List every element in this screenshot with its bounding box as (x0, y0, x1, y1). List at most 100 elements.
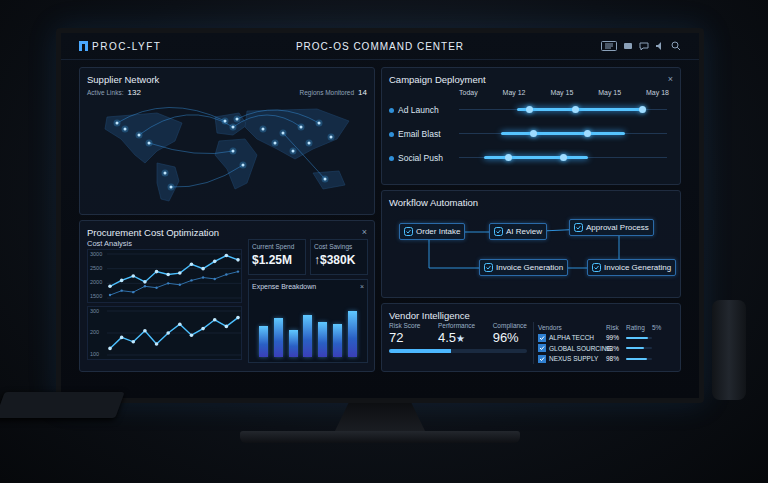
chart-point (190, 262, 194, 266)
menu-icon[interactable] (601, 41, 617, 51)
bar (289, 330, 298, 358)
vendor-table: VendorsRiskRating5%ALPHA TECCH99%GLOBAL … (533, 322, 673, 364)
milestone[interactable] (505, 154, 512, 161)
chart-point (178, 271, 182, 275)
supplier-network-panel: Supplier Network Active Links:132 Regions … (79, 67, 375, 215)
milestone[interactable] (530, 130, 537, 137)
chart-point (155, 342, 159, 346)
chart-point (213, 318, 217, 322)
checkbox[interactable] (538, 344, 546, 352)
chart-point (214, 278, 216, 280)
chart-series (108, 254, 240, 288)
chat-icon[interactable] (639, 41, 649, 51)
workflow-node[interactable]: Invoice Generation (479, 259, 568, 276)
screen: PROC-LYFTPROC-OS COMMAND CENTERSupplier … (61, 33, 699, 398)
bar (318, 322, 327, 357)
chart-point (108, 284, 112, 288)
step-icon (404, 227, 413, 236)
metric: Risk Score72 (389, 322, 420, 345)
campaign-row[interactable]: Social Push (389, 146, 673, 170)
window-icon[interactable] (623, 41, 633, 51)
panel-header: Campaign Deployment × (389, 72, 673, 86)
y-axis: 300200100 (88, 308, 105, 358)
workflow-node[interactable]: Order Intake (399, 223, 465, 240)
vendor-panel: Vendor IntelligenceRisk Score72Performan… (381, 303, 681, 372)
chart-point (131, 274, 135, 278)
column-header: Rating (626, 324, 652, 331)
table-row[interactable]: GLOBAL SOURCING93% (538, 343, 673, 354)
close-button[interactable]: × (668, 74, 673, 84)
line-chart: 3000250020001500 (87, 249, 242, 303)
chart-point (120, 289, 122, 291)
stat: Active Links:132 (87, 88, 141, 97)
timeline-bar[interactable] (484, 156, 588, 159)
workflow-node[interactable]: Approval Process (569, 219, 654, 236)
milestone[interactable] (572, 106, 579, 113)
timeline-bar[interactable] (517, 108, 642, 111)
table-row[interactable]: NEXUS SUPPLY98% (538, 354, 673, 365)
campaign-panel: Campaign Deployment×TodayMay 12May 15May… (381, 67, 681, 185)
chart-point (190, 333, 194, 337)
chart-point (167, 282, 169, 284)
timeline-track (459, 130, 667, 138)
panel-header: Vendor Intelligence (389, 308, 673, 322)
chart-point (155, 270, 159, 274)
kpi-card: Cost Savings↑$380K (310, 239, 368, 275)
checkbox[interactable] (538, 334, 546, 342)
date-tick: May 15 (598, 89, 621, 96)
world-map[interactable] (87, 99, 369, 205)
procurement-panel: Procurement Cost Optimization×Cost Analy… (79, 220, 375, 372)
bar (333, 324, 342, 357)
chart-series (109, 270, 239, 296)
vendor-metrics: Risk Score72Performance4.5★Compliance96% (389, 322, 527, 364)
risk-progress (389, 349, 527, 353)
chart-point (109, 294, 111, 296)
date-tick: May 15 (550, 89, 573, 96)
campaign-row[interactable]: Ad Launch (389, 98, 673, 122)
milestone[interactable] (526, 106, 533, 113)
milestone[interactable] (639, 106, 646, 113)
chart-point (201, 327, 205, 331)
workflow-node[interactable]: AI Review (489, 223, 547, 240)
panel-header: Supplier Network (87, 72, 367, 86)
close-button[interactable]: × (362, 227, 367, 237)
search-icon[interactable] (671, 41, 681, 51)
stat: Regions Monitored14 (300, 88, 367, 97)
chart-point (166, 273, 170, 277)
chart-point (225, 254, 229, 258)
right-column: Campaign Deployment×TodayMay 12May 15May… (381, 67, 681, 372)
line-chart: 300200100 (87, 306, 242, 360)
chart-point (120, 279, 124, 283)
campaign-row[interactable]: Email Blast (389, 122, 673, 146)
dashboard-grid: Supplier Network Active Links:132 Regions … (61, 60, 699, 372)
axis-tick: 2000 (88, 280, 105, 286)
milestone[interactable] (560, 154, 567, 161)
expense-header: Expense Breakdown× (252, 283, 364, 293)
table-row[interactable]: ALPHA TECCH99% (538, 333, 673, 344)
axis-tick: 3000 (88, 252, 105, 258)
checkbox[interactable] (538, 355, 546, 363)
workflow-node[interactable]: Invoice Generating (587, 259, 676, 276)
date-tick: May 18 (646, 89, 669, 96)
close-button[interactable]: × (360, 283, 364, 293)
chart-point (201, 267, 205, 271)
vendor-body: Risk Score72Performance4.5★Compliance96%… (389, 322, 673, 364)
chart-point (213, 260, 217, 264)
rating-bar (626, 358, 652, 360)
timeline-bar[interactable] (501, 132, 626, 135)
rating-bar (626, 347, 652, 349)
bar-chart (252, 293, 364, 359)
bar (303, 315, 312, 358)
panel-title: Vendor Intelligence (389, 310, 470, 321)
panel-title: Campaign Deployment (389, 74, 486, 85)
chart-point (143, 329, 147, 333)
row-dot (389, 132, 394, 137)
speaker-icon[interactable] (655, 41, 665, 51)
milestone[interactable] (584, 130, 591, 137)
axis-tick: 2500 (88, 266, 105, 272)
top-icons (464, 41, 681, 51)
app-title: PROC-OS COMMAND CENTER (296, 41, 464, 52)
panel-title: Workflow Automation (389, 197, 478, 208)
row-dot (389, 108, 394, 113)
kpi-card: Current Spend$1.25M (248, 239, 306, 275)
